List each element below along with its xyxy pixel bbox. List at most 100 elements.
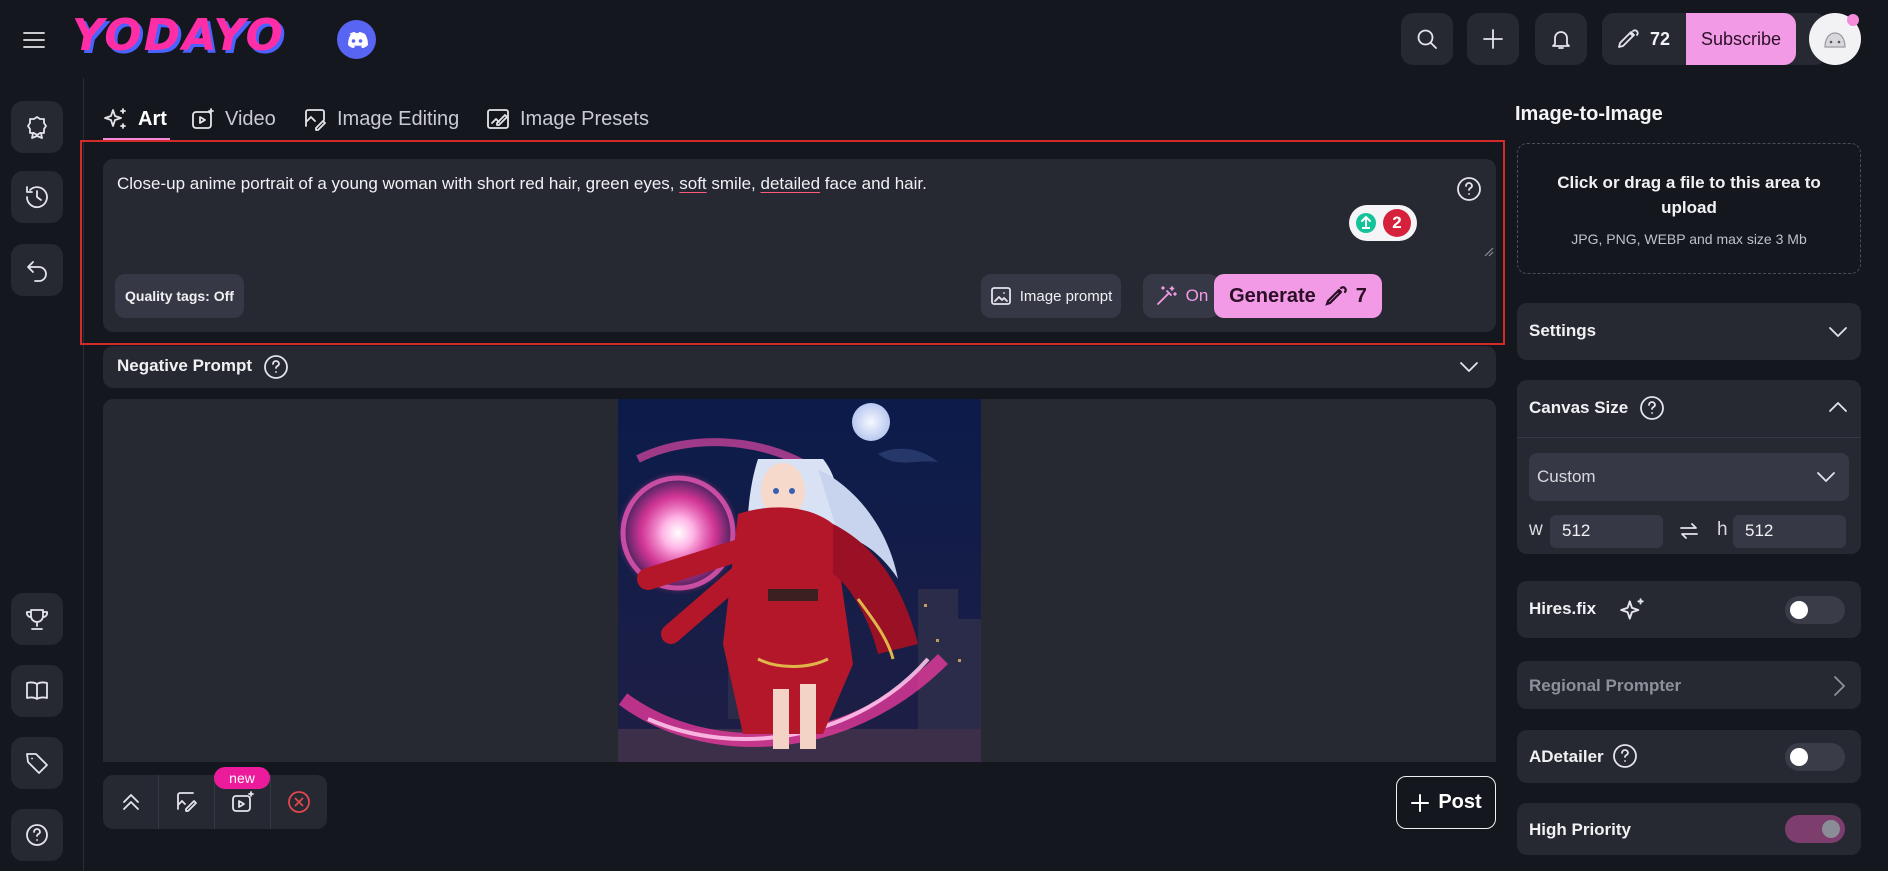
canvas-size-collapse[interactable] xyxy=(1827,397,1849,417)
sidebar-help-button[interactable] xyxy=(11,809,63,861)
sidebar-history-button[interactable] xyxy=(11,171,63,223)
chevron-up-icon xyxy=(1829,402,1847,412)
swap-dimensions-button[interactable] xyxy=(1677,519,1701,543)
prompt-help-button[interactable] xyxy=(1456,176,1482,202)
tab-video-label: Video xyxy=(225,107,276,130)
preset-icon xyxy=(487,109,509,129)
tab-image-editing[interactable]: Image Editing xyxy=(302,103,459,135)
quality-tags-label: Quality tags: Off xyxy=(125,288,234,304)
adetailer-help-button[interactable] xyxy=(1612,743,1638,769)
new-badge: new xyxy=(214,767,270,789)
sparkles-icon xyxy=(1619,596,1647,624)
sidebar-badge-button[interactable] xyxy=(11,101,63,153)
sidebar-trophy-button[interactable] xyxy=(11,593,63,645)
regional-prompter-section[interactable]: Regional Prompter xyxy=(1517,661,1861,709)
video-icon xyxy=(192,108,214,129)
hires-fix-label: Hires.fix xyxy=(1529,599,1597,618)
undo-icon xyxy=(27,261,47,282)
plus-icon xyxy=(1411,793,1430,812)
tab-image-editing-label: Image Editing xyxy=(337,107,460,130)
discord-button[interactable] xyxy=(337,20,376,59)
grammar-icon xyxy=(1356,213,1376,233)
settings-section[interactable]: Settings xyxy=(1517,303,1861,360)
help-icon xyxy=(1640,396,1664,420)
width-input[interactable]: 512 xyxy=(1550,515,1663,548)
prompt-input[interactable]: Close-up anime portrait of a young woman… xyxy=(117,174,927,194)
post-button[interactable]: Post xyxy=(1396,776,1496,829)
credits-count[interactable]: 72 xyxy=(1602,27,1686,51)
tab-art[interactable]: Art xyxy=(103,103,167,135)
credits-value: 72 xyxy=(1650,28,1671,49)
notifications-button[interactable] xyxy=(1535,13,1587,65)
generate-cost: 7 xyxy=(1355,284,1367,307)
grammar-checker-badge[interactable]: 2 xyxy=(1349,205,1417,241)
help-icon xyxy=(26,824,48,846)
high-priority-section: High Priority xyxy=(1517,803,1861,855)
image-to-image-title: Image-to-Image xyxy=(1515,103,1663,125)
adetailer-label: ADetailer xyxy=(1529,747,1604,766)
notification-dot xyxy=(1847,14,1859,26)
chevron-down-icon xyxy=(1815,467,1837,487)
adetailer-toggle[interactable] xyxy=(1785,743,1845,771)
canvas-preset-select[interactable]: Custom xyxy=(1529,453,1849,501)
image-edit-icon xyxy=(176,792,197,812)
magic-wand-icon xyxy=(1156,286,1177,305)
sidebar-guide-button[interactable] xyxy=(11,665,63,717)
generated-anime-image[interactable] xyxy=(618,399,981,762)
quality-tags-toggle[interactable]: Quality tags: Off xyxy=(115,274,244,318)
rosette-icon xyxy=(27,116,47,139)
create-button[interactable] xyxy=(1467,13,1519,65)
generate-label: Generate xyxy=(1229,284,1316,307)
discord-icon xyxy=(347,31,368,48)
adetailer-section: ADetailer xyxy=(1517,730,1861,783)
canvas-size-label: Canvas Size xyxy=(1529,398,1629,417)
menu-button[interactable] xyxy=(12,22,56,58)
section-divider xyxy=(1517,437,1861,438)
post-label: Post xyxy=(1438,791,1482,813)
subscribe-button[interactable]: Subscribe xyxy=(1686,13,1796,65)
help-icon xyxy=(1613,744,1637,768)
scroll-top-button[interactable] xyxy=(103,775,159,829)
resize-grip-icon[interactable] xyxy=(1484,247,1494,257)
magic-prompt-toggle[interactable]: On xyxy=(1143,274,1219,318)
sidebar-tags-button[interactable] xyxy=(11,737,63,789)
double-chevron-up-icon xyxy=(122,794,139,810)
logo[interactable]: YODAYO xyxy=(72,10,285,61)
upload-dropzone[interactable]: Click or drag a file to this area to upl… xyxy=(1517,143,1861,274)
tab-image-presets[interactable]: Image Presets xyxy=(485,103,649,135)
image-prompt-icon xyxy=(990,287,1011,305)
help-icon xyxy=(1457,177,1481,201)
height-label: h xyxy=(1717,519,1728,540)
credit-pen-icon xyxy=(1325,286,1347,306)
upload-constraints: JPG, PNG, WEBP and max size 3 Mb xyxy=(1571,231,1807,247)
generate-button[interactable]: Generate 7 xyxy=(1214,274,1382,318)
canvas-size-help-button[interactable] xyxy=(1639,395,1665,421)
sidebar-undo-button[interactable] xyxy=(11,244,63,296)
swap-icon xyxy=(1680,523,1698,539)
high-priority-toggle[interactable] xyxy=(1785,815,1845,843)
help-icon xyxy=(264,355,288,379)
negative-prompt-help-button[interactable] xyxy=(263,354,289,380)
canvas-size-section: Canvas Size Custom w 512 h 512 xyxy=(1517,380,1861,554)
negative-prompt-expand[interactable] xyxy=(1458,357,1480,377)
hires-fix-toggle[interactable] xyxy=(1785,596,1845,624)
grammar-issue-count: 2 xyxy=(1383,209,1411,237)
delete-image-button[interactable] xyxy=(271,775,327,829)
image-prompt-label: Image prompt xyxy=(1019,287,1113,305)
magic-prompt-state: On xyxy=(1185,286,1209,305)
height-input[interactable]: 512 xyxy=(1733,515,1846,548)
settings-label: Settings xyxy=(1529,321,1597,340)
close-circle-icon xyxy=(288,791,310,813)
video-sparkle-icon xyxy=(231,791,254,812)
edit-image-button[interactable] xyxy=(159,775,215,829)
tab-video[interactable]: Video xyxy=(190,103,276,135)
credits-pill[interactable]: 72 Subscribe xyxy=(1602,13,1827,65)
image-prompt-button[interactable]: Image prompt xyxy=(981,274,1121,318)
negative-prompt-header[interactable]: Negative Prompt xyxy=(103,346,1496,388)
prompt-card: Close-up anime portrait of a young woman… xyxy=(103,159,1496,332)
upload-instructions: Click or drag a file to this area to upl… xyxy=(1557,173,1821,217)
chevron-down-icon xyxy=(1460,362,1478,372)
search-button[interactable] xyxy=(1401,13,1453,65)
sparkles-icon xyxy=(104,108,126,129)
plus-icon xyxy=(1483,29,1503,49)
